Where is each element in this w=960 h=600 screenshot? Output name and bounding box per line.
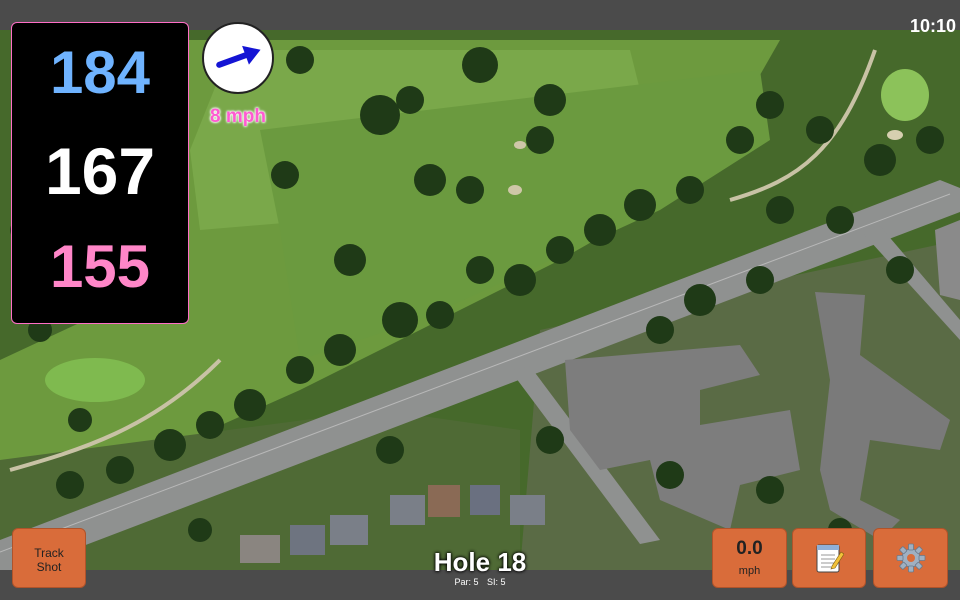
notes-button[interactable] [792,528,866,588]
settings-button[interactable] [873,528,948,588]
front-distance: 155 [49,233,151,300]
wind-arrow-icon [216,45,261,68]
hole-par: Par: 5 [454,577,479,587]
hole-stroke-index: SI: 5 [487,577,506,587]
clock: 10:10 [909,16,956,36]
track-shot-button[interactable]: Track Shot [12,528,86,588]
wind-speed: 8 mph [210,106,266,127]
track-shot-label-line2: Shot [36,560,62,574]
hole-title: Hole 18 [433,547,527,577]
notepad-icon [816,544,844,573]
speed-value: 0.0 [736,538,763,559]
middle-distance: 167 [44,134,156,208]
back-distance: 184 [49,39,151,106]
distance-panel: 184 167 155 [11,22,189,324]
speed-unit: mph [738,565,761,577]
hole-meta: Par: 5 SI: 5 [380,577,580,587]
gear-icon [896,543,925,573]
wind-indicator [202,22,274,94]
track-shot-label-line1: Track [34,546,64,560]
speed-button[interactable]: 0.0 mph [712,528,787,588]
